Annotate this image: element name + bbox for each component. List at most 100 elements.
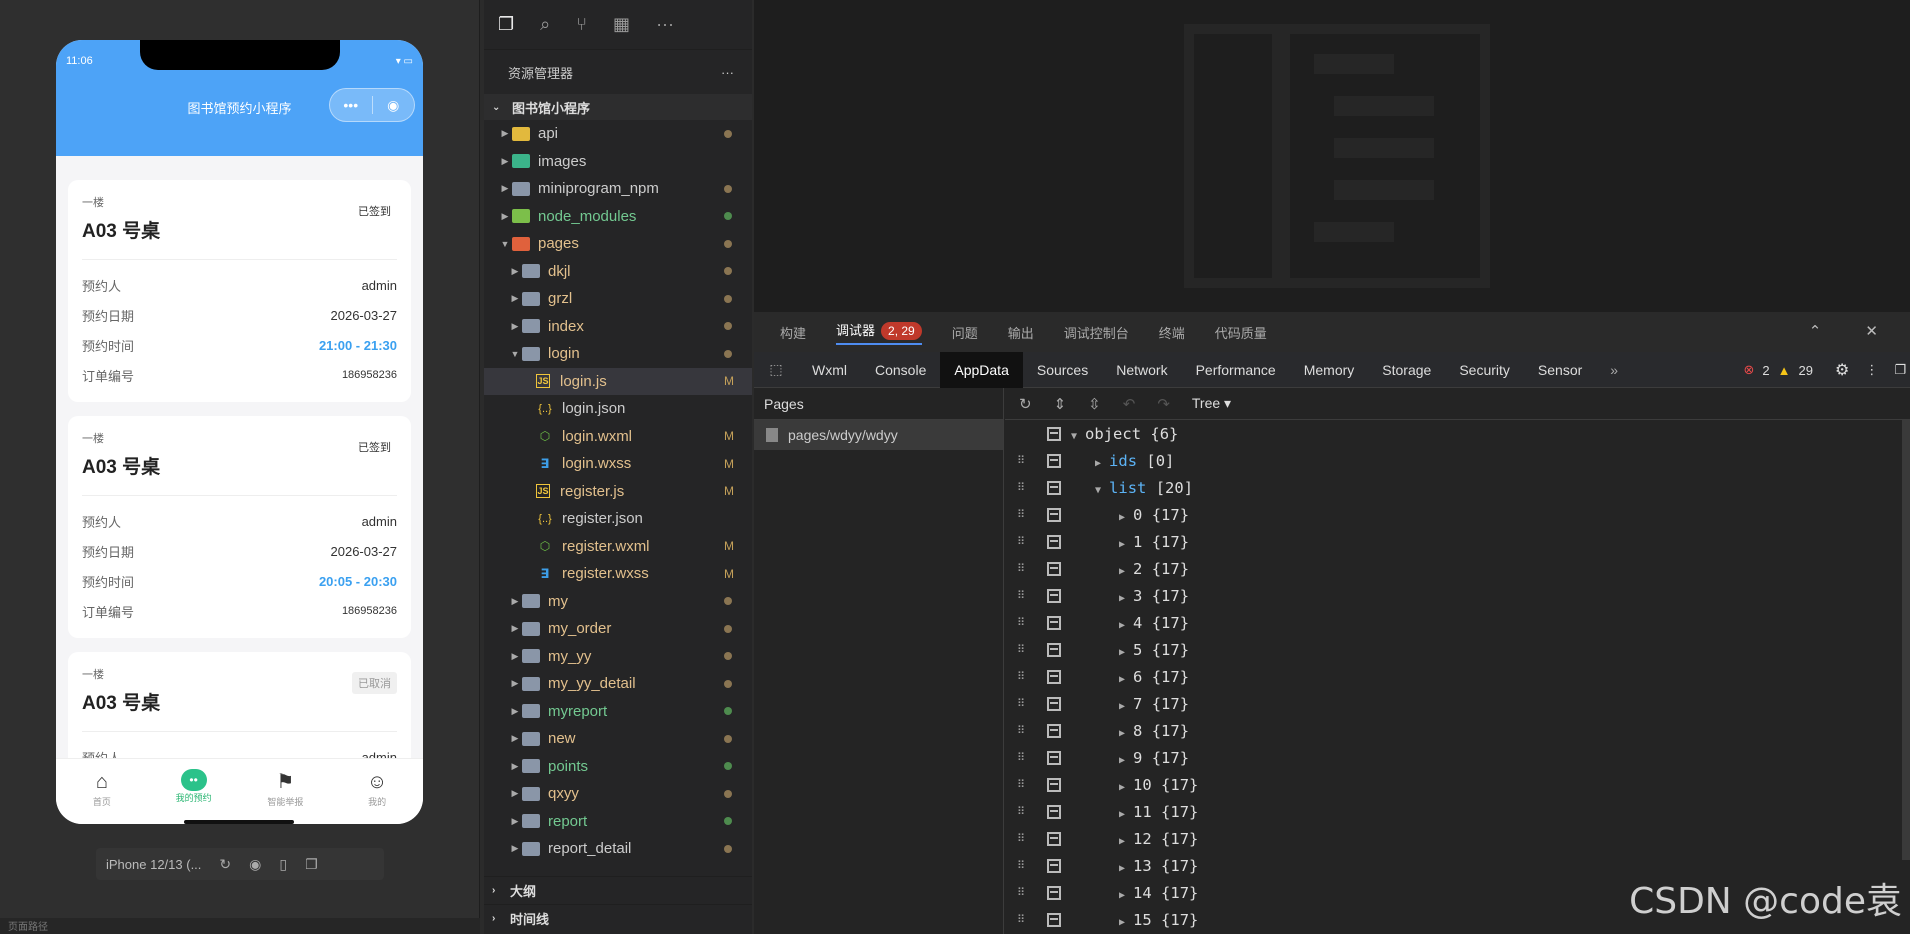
devtools-tab[interactable]: 终端 [1159,323,1185,342]
dock-icon[interactable]: ❐ [1894,362,1906,378]
collapsed-arrow-icon[interactable]: ▶ [1119,809,1125,820]
collapsed-arrow-icon[interactable]: ▶ [1119,917,1125,928]
debugger-tab[interactable]: Storage [1368,352,1445,388]
collapsed-arrow-icon[interactable]: ▶ [1119,620,1125,631]
collapse-box-icon[interactable] [1047,912,1061,927]
collapse-box-icon[interactable] [1047,534,1061,549]
drag-handle-icon[interactable]: ⠿ [1017,616,1027,629]
collapse-box-icon[interactable] [1047,507,1061,522]
tree-item[interactable]: JS register.js M [484,478,752,506]
drag-handle-icon[interactable]: ⠿ [1017,778,1027,791]
drag-handle-icon[interactable]: ⠿ [1017,454,1027,467]
tree-item[interactable]: ▼ pages [484,230,752,258]
inspect-icon[interactable]: ⬚ [754,352,798,388]
tree-row[interactable]: ⠿ ▶ 4 {17} [1005,609,1910,636]
reservation-card[interactable]: 一楼 A03 号桌 已签到 预约人 admin 预约日期 2026-03-27 预约时间 20:… [68,416,411,638]
drag-handle-icon[interactable]: ⠿ [1017,805,1027,818]
reservation-card[interactable]: 一楼 A03 号桌 已签到 预约人 admin 预约日期 2026-03-27 预约时间 21:… [68,180,411,402]
drag-handle-icon[interactable]: ⠿ [1017,724,1027,737]
collapsed-arrow-icon[interactable]: ▶ [1119,728,1125,739]
scrollbar[interactable] [1902,420,1910,860]
git-icon[interactable]: ⑂ [576,14,587,35]
redo-icon[interactable]: ↷ [1157,395,1170,413]
tree-item[interactable]: {..} register.json [484,505,752,533]
drag-handle-icon[interactable]: ⠿ [1017,751,1027,764]
collapse-box-icon[interactable] [1047,777,1061,792]
tree-item[interactable]: ▶ report_detail [484,835,752,863]
drag-handle-icon[interactable]: ⠿ [1017,535,1027,548]
debugger-tab[interactable]: Console [861,352,940,388]
devtools-tab[interactable]: 构建 [780,323,806,342]
more-icon[interactable]: ··· [656,14,674,35]
devtools-tab[interactable]: 输出 [1008,323,1034,342]
collapse-box-icon[interactable] [1047,723,1061,738]
drag-handle-icon[interactable]: ⠿ [1017,859,1027,872]
collapse-box-icon[interactable] [1047,858,1061,873]
tree-row[interactable]: ⠿ ▶ 1 {17} [1005,528,1910,555]
more-tabs-icon[interactable]: » [1596,352,1632,388]
collapse-box-icon[interactable] [1047,426,1061,441]
tree-item[interactable]: ▶ images [484,148,752,176]
collapsed-arrow-icon[interactable]: ▶ [1119,539,1125,550]
tree-item[interactable]: ⬡ register.wxml M [484,533,752,561]
tree-row[interactable]: ⠿ ▶ 10 {17} [1005,771,1910,798]
tree-item[interactable]: ▼ login [484,340,752,368]
drag-handle-icon[interactable]: ⠿ [1017,589,1027,602]
debugger-tab[interactable]: Network [1102,352,1181,388]
panel-controls[interactable]: ⌃ ✕ [1809,322,1898,340]
tree-item[interactable]: ▶ points [484,753,752,781]
tree-item[interactable]: {..} login.json [484,395,752,423]
tree-row[interactable]: ⠿ ▶ 3 {17} [1005,582,1910,609]
tree-item[interactable]: JS login.js M [484,367,752,395]
record-icon[interactable]: ◉ [249,856,261,873]
drag-handle-icon[interactable]: ⠿ [1017,670,1027,683]
device-select[interactable]: iPhone 12/13 (... [106,857,201,872]
collapsed-arrow-icon[interactable]: ▶ [1119,782,1125,793]
collapse-box-icon[interactable] [1047,750,1061,765]
collapse-box-icon[interactable] [1047,453,1061,468]
reservation-card[interactable]: 一楼A03 号桌已取消预约人admin预约日期2026-03-27 [68,652,411,758]
tree-item[interactable]: ▶ new [484,725,752,753]
tree-row[interactable]: ⠿ ▶ 5 {17} [1005,636,1910,663]
drag-handle-icon[interactable]: ⠿ [1017,643,1027,656]
drag-handle-icon[interactable]: ⠿ [1017,886,1027,899]
tree-item[interactable]: ▶ miniprogram_npm [484,175,752,203]
drag-handle-icon[interactable]: ⠿ [1017,913,1027,926]
collapsed-arrow-icon[interactable]: ▶ [1095,458,1101,469]
collapse-box-icon[interactable] [1047,480,1061,495]
view-mode-select[interactable]: Tree ▾ [1192,395,1231,412]
tree-item[interactable]: ▶ my [484,588,752,616]
page-entry[interactable]: pages/wdyy/wdyy [754,420,1003,450]
tree-row[interactable]: ⠿ ▶ 2 {17} [1005,555,1910,582]
collapse-box-icon[interactable] [1047,588,1061,603]
tab-item[interactable]: ⚑ 智能举报 [240,759,332,824]
tree-item[interactable]: ▶ dkjl [484,258,752,286]
tree-row[interactable]: ⠿ ▶ 0 {17} [1005,501,1910,528]
tree-row[interactable]: ⠿ ▶ 7 {17} [1005,690,1910,717]
collapsed-arrow-icon[interactable]: ▶ [1119,647,1125,658]
drag-handle-icon[interactable]: ⠿ [1017,481,1027,494]
collapsed-arrow-icon[interactable]: ▶ [1119,890,1125,901]
devtools-tab[interactable]: 问题 [952,323,978,342]
collapse-box-icon[interactable] [1047,831,1061,846]
tree-row[interactable]: ⠿ ▶ 8 {17} [1005,717,1910,744]
tab-item[interactable]: ☺ 我的 [331,759,423,824]
outline-section[interactable]: › 大纲 [484,876,752,904]
gear-icon[interactable]: ⚙ [1835,360,1849,380]
debugger-tab[interactable]: Wxml [798,352,861,388]
collapse-box-icon[interactable] [1047,669,1061,684]
timeline-section[interactable]: › 时间线 [484,904,752,932]
tree-row[interactable]: ▼ object {6} [1005,420,1910,447]
tree-item[interactable]: ∃ login.wxss M [484,450,752,478]
tab-item[interactable]: •• 我的预约 [148,759,240,824]
project-root[interactable]: ⌄ 图书馆小程序 [484,94,752,120]
debugger-tab[interactable]: AppData [940,351,1023,388]
tree-item[interactable]: ▶ index [484,313,752,341]
collapse-box-icon[interactable] [1047,615,1061,630]
collapsed-arrow-icon[interactable]: ▶ [1119,593,1125,604]
tree-row[interactable]: ⠿ ▶ 6 {17} [1005,663,1910,690]
expanded-arrow-icon[interactable]: ▼ [1095,485,1101,496]
tree-row[interactable]: ⠿ ▶ 12 {17} [1005,825,1910,852]
tree-row[interactable]: ⠿ ▼ list [20] [1005,474,1910,501]
tree-item[interactable]: ▶ qxyy [484,780,752,808]
